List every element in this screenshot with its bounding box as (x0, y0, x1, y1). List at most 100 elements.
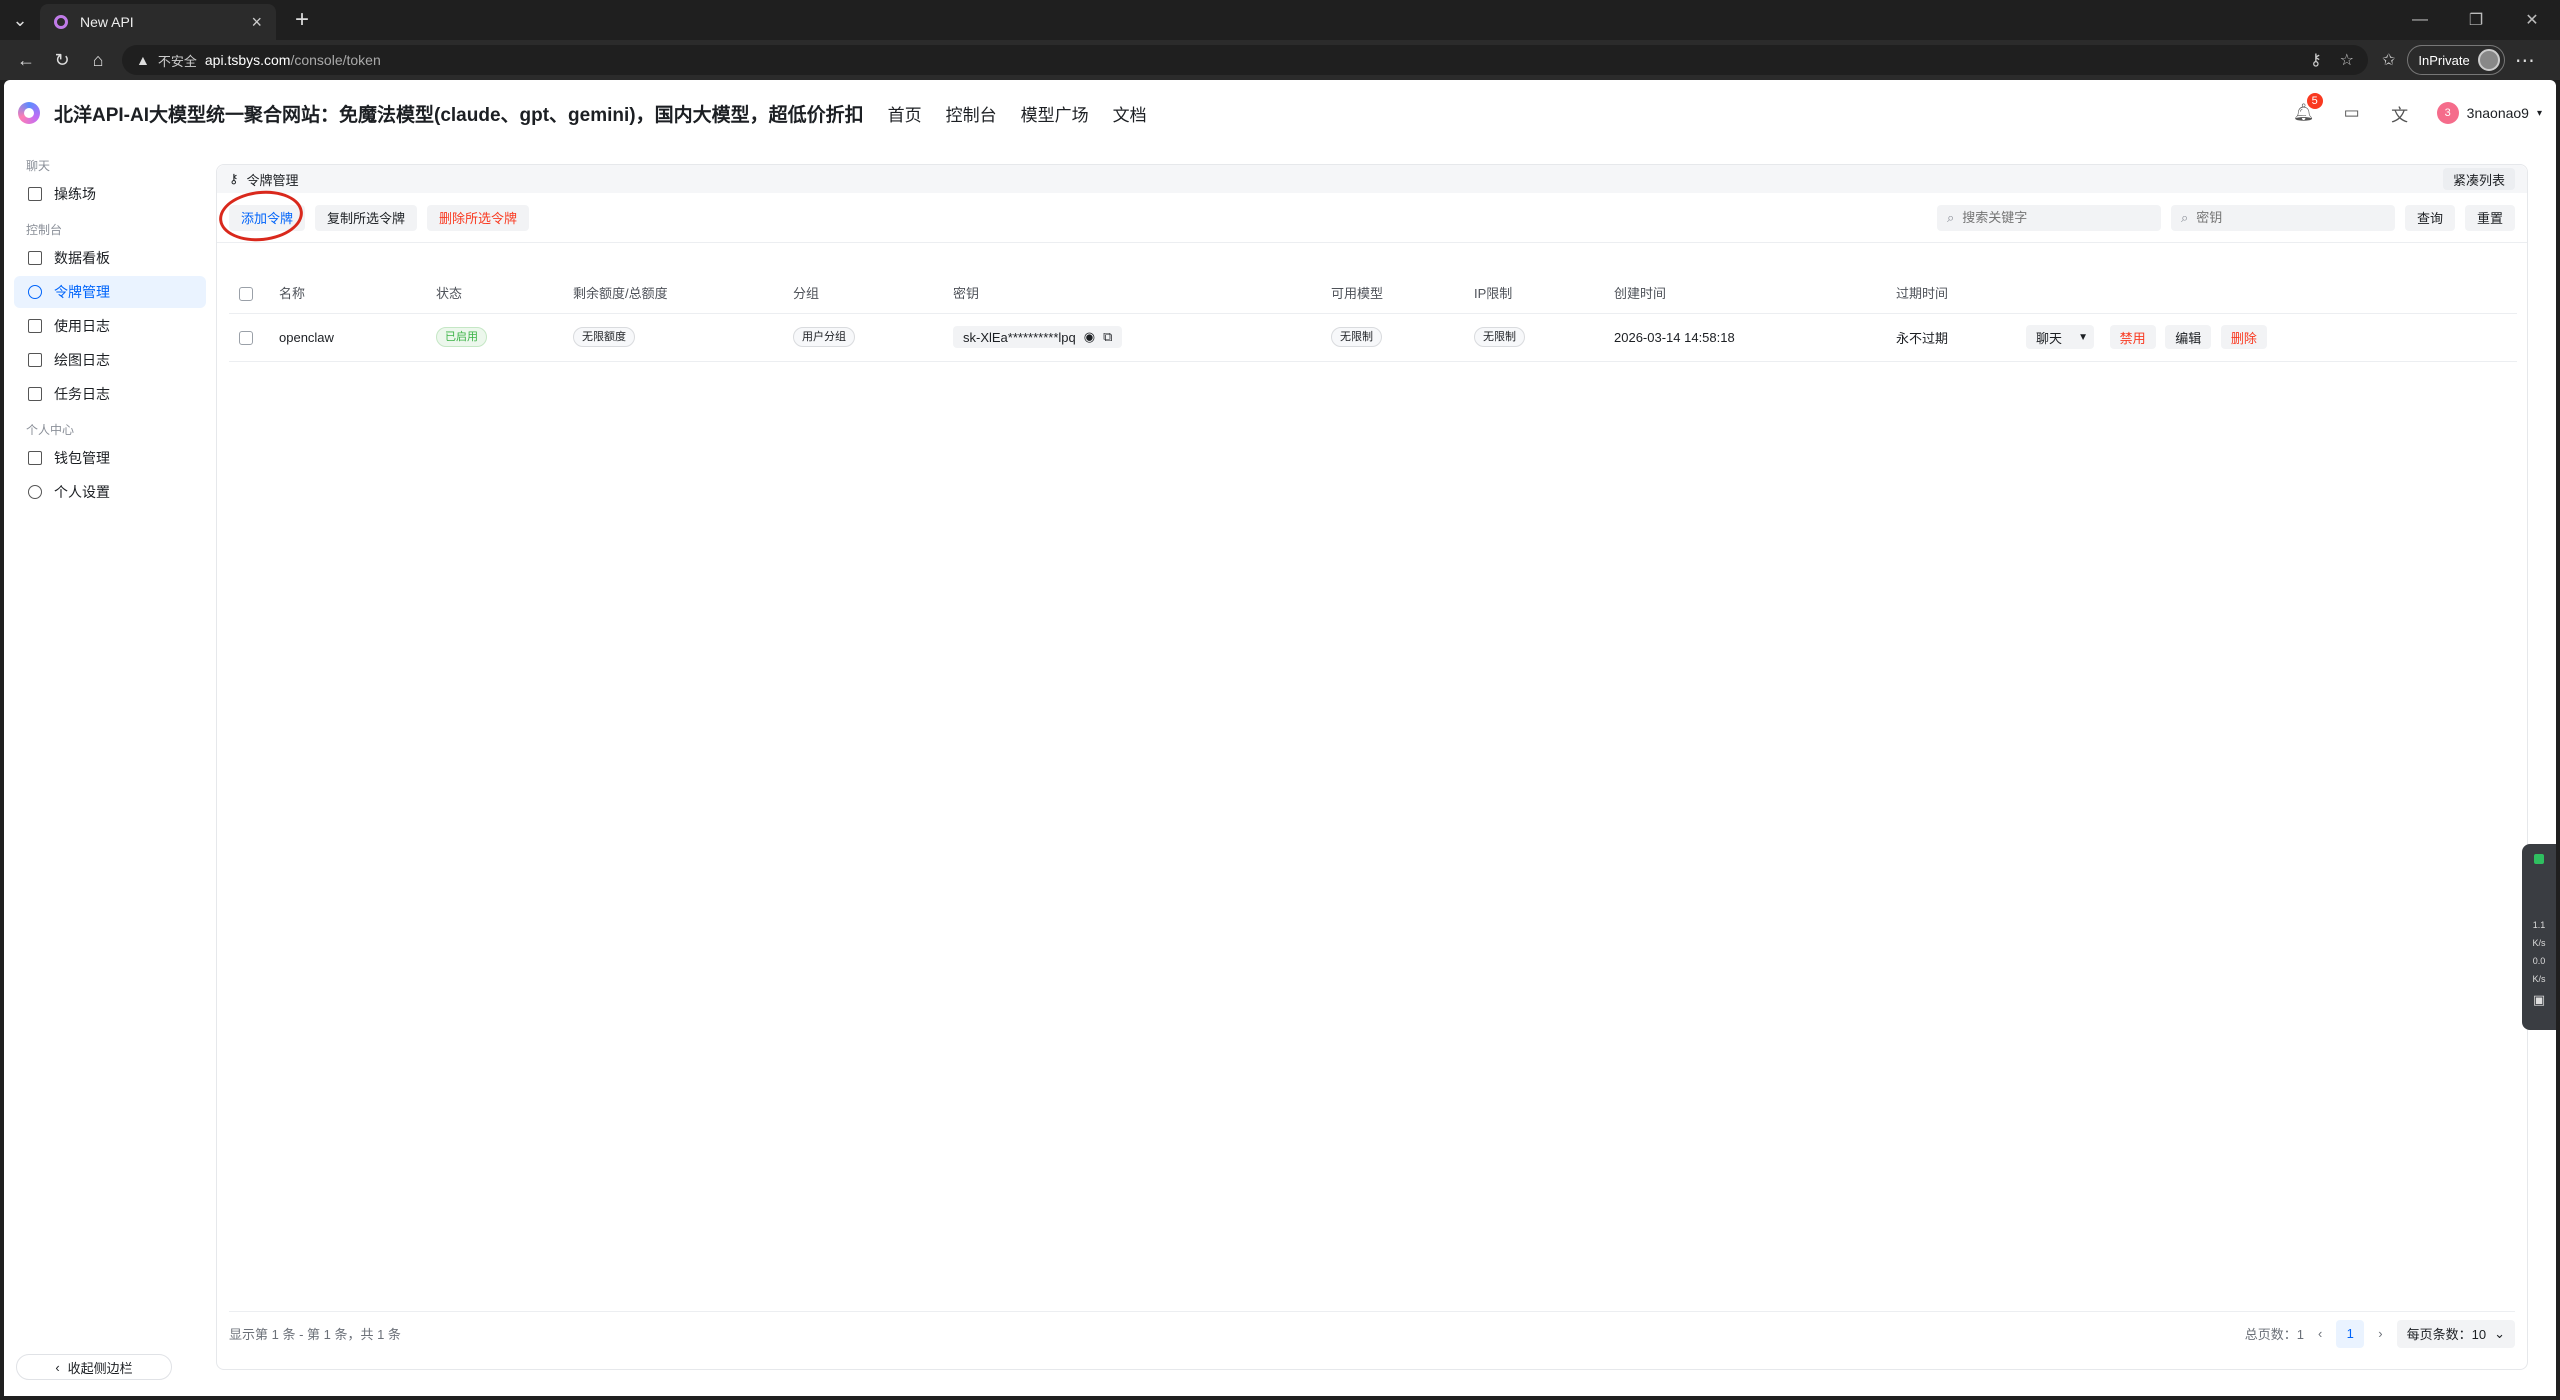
sidebar-group-chat: 聊天 (26, 159, 51, 173)
monitor-icon[interactable]: ▭ (2341, 102, 2363, 124)
sidebar: 聊天 操练场 控制台 数据看板 令牌管理 使用日志 绘图日志 任务日志 个人中心 (4, 146, 216, 1396)
warning-icon: ▲ (136, 52, 150, 68)
column-quota[interactable]: 剩余额度/总额度 (563, 273, 783, 314)
url-input[interactable]: ▲ 不安全 api.tsbys.com/console/token ⚷ ☆ (122, 45, 2368, 75)
key-search-input[interactable] (2196, 210, 2367, 225)
models-tag: 无限制 (1331, 327, 1382, 347)
column-actions (2016, 273, 2517, 314)
collapse-sidebar-button[interactable]: ‹ 收起侧边栏 (16, 1354, 172, 1380)
column-status[interactable]: 状态 (426, 273, 563, 314)
column-name[interactable]: 名称 (269, 273, 426, 314)
token-name: openclaw (269, 313, 426, 362)
chevron-left-icon: ‹ (55, 1359, 60, 1375)
more-options-icon[interactable]: ⋯ (2515, 48, 2535, 73)
restore-icon[interactable]: ❐ (2448, 0, 2504, 40)
compact-list-button[interactable]: 紧凑列表 (2442, 168, 2515, 190)
page-1-button[interactable]: 1 (2336, 1319, 2365, 1348)
key-icon[interactable]: ⚷ (2310, 50, 2322, 70)
nav-model-square[interactable]: 模型广场 (1021, 101, 1089, 126)
window-close-icon[interactable]: ✕ (2504, 0, 2560, 40)
browser-tab[interactable]: New API × (40, 4, 276, 40)
key-icon: ⚷ (229, 171, 239, 186)
sidebar-item-settings[interactable]: 个人设置 (14, 476, 206, 508)
sidebar-item-label: 令牌管理 (54, 284, 110, 300)
table-footer: 显示第 1 条 - 第 1 条，共 1 条 总页数：1 ‹ 1 › 每页条数：1… (229, 1311, 2515, 1355)
reset-button[interactable]: 重置 (2464, 204, 2515, 231)
wallet-icon (28, 451, 42, 465)
network-speed-widget[interactable]: 1.1 K/s 0.0 K/s ▣ (2522, 844, 2556, 1030)
sidebar-item-dashboard[interactable]: 数据看板 (14, 242, 206, 274)
chat-dropdown-caret-icon[interactable]: ▼ (2072, 325, 2095, 349)
search-icon: ⌕ (2180, 209, 2189, 225)
keyword-search-field[interactable]: ⌕ (1936, 204, 2161, 231)
token-toolbar: 添加令牌 复制所选令牌 删除所选令牌 ⌕ ⌕ 查询 重置 (216, 186, 2527, 245)
download-speed: 0.0 (2532, 956, 2546, 966)
bell-icon[interactable]: 🔔︎ 5 (2293, 93, 2323, 124)
column-created[interactable]: 创建时间 (1604, 273, 1886, 314)
back-arrow-icon[interactable]: ← (8, 44, 44, 76)
search-controls: ⌕ ⌕ 查询 重置 (1936, 204, 2515, 231)
copy-selected-button[interactable]: 复制所选令牌 (315, 204, 418, 231)
eye-icon[interactable]: ◉ (1084, 329, 1095, 345)
keyword-search-input[interactable] (1962, 210, 2133, 225)
row-checkbox[interactable] (239, 330, 253, 345)
copy-icon[interactable]: ⧉ (1103, 329, 1112, 345)
home-icon[interactable]: ⌂ (80, 44, 116, 76)
sidebar-item-drawing-logs[interactable]: 绘图日志 (14, 344, 206, 376)
status-badge: 已启用 (436, 327, 487, 347)
table-row[interactable]: openclaw 已启用 无限额度 用户分组 sk-XlEa**********… (229, 313, 2517, 362)
profile-avatar-icon (2477, 49, 2500, 71)
query-button[interactable]: 查询 (2404, 204, 2455, 231)
next-page-icon[interactable]: › (2378, 1326, 2382, 1341)
minimize-icon[interactable]: — (2392, 0, 2448, 40)
user-menu[interactable]: 3 3naonao9 ▾ (2436, 102, 2542, 124)
browser-tab-bar: ⌄ New API × + — ❐ ✕ (0, 0, 2560, 40)
site-header: 北洋API-AI大模型统一聚合网站：免魔法模型(claude、gpt、gemin… (4, 80, 2556, 146)
column-models[interactable]: 可用模型 (1321, 273, 1464, 314)
column-expires[interactable]: 过期时间 (1886, 273, 2016, 314)
site-logo-icon[interactable] (18, 102, 40, 124)
token-management-card: ⚷ 令牌管理 紧凑列表 添加令牌 复制所选令牌 删除所选令牌 ⌕ ⌕ 查询 (216, 164, 2528, 1370)
sidebar-item-label: 操练场 (54, 186, 96, 202)
favorite-star-icon[interactable]: ☆ (2340, 50, 2354, 70)
add-token-button[interactable]: 添加令牌 (216, 186, 306, 245)
select-all-checkbox[interactable] (239, 286, 253, 301)
disable-button[interactable]: 禁用 (2109, 325, 2156, 349)
tab-menu-chevron-icon[interactable]: ⌄ (0, 0, 40, 40)
edit-button[interactable]: 编辑 (2165, 325, 2212, 349)
favorites-icon[interactable]: ✩ (2382, 50, 2395, 70)
column-ip-limit[interactable]: IP限制 (1464, 273, 1604, 314)
key-icon (28, 285, 42, 299)
site-title[interactable]: 北洋API-AI大模型统一聚合网站：免魔法模型(claude、gpt、gemin… (54, 100, 864, 127)
delete-button[interactable]: 删除 (2220, 325, 2267, 349)
chat-button[interactable]: 聊天 (2026, 325, 2073, 349)
sidebar-item-task-logs[interactable]: 任务日志 (14, 378, 206, 410)
chart-icon[interactable]: ▣ (2533, 992, 2545, 1008)
sidebar-item-playground[interactable]: 操练场 (14, 178, 206, 210)
sidebar-item-usage-logs[interactable]: 使用日志 (14, 310, 206, 342)
nav-home[interactable]: 首页 (888, 101, 922, 126)
key-search-field[interactable]: ⌕ (2170, 204, 2395, 231)
translate-icon[interactable]: 文 (2389, 102, 2411, 125)
tab-close-icon[interactable]: × (251, 12, 262, 33)
nav-docs[interactable]: 文档 (1113, 101, 1147, 126)
page-size-select[interactable]: 每页条数：10 ⌄ (2396, 1319, 2515, 1348)
sidebar-item-tokens[interactable]: 令牌管理 (14, 276, 206, 308)
image-icon (28, 353, 42, 367)
inprivate-label: InPrivate (2418, 52, 2470, 68)
tab-title: New API (80, 14, 134, 30)
header-actions: 🔔︎ 5 ▭ 文 3 3naonao9 ▾ (2293, 93, 2542, 125)
column-key[interactable]: 密钥 (943, 273, 1321, 314)
refresh-icon[interactable]: ↻ (44, 44, 80, 76)
playground-icon (28, 187, 42, 201)
new-tab-plus-icon[interactable]: + (282, 6, 322, 34)
inprivate-badge[interactable]: InPrivate (2407, 45, 2505, 75)
column-group[interactable]: 分组 (783, 273, 943, 314)
prev-page-icon[interactable]: ‹ (2318, 1326, 2322, 1341)
delete-selected-button[interactable]: 删除所选令牌 (427, 204, 530, 231)
sidebar-item-wallet[interactable]: 钱包管理 (14, 442, 206, 474)
sidebar-item-label: 使用日志 (54, 318, 110, 334)
upload-unit: K/s (2532, 938, 2546, 948)
app-window: 北洋API-AI大模型统一聚合网站：免魔法模型(claude、gpt、gemin… (4, 80, 2556, 1396)
nav-console[interactable]: 控制台 (946, 101, 997, 126)
